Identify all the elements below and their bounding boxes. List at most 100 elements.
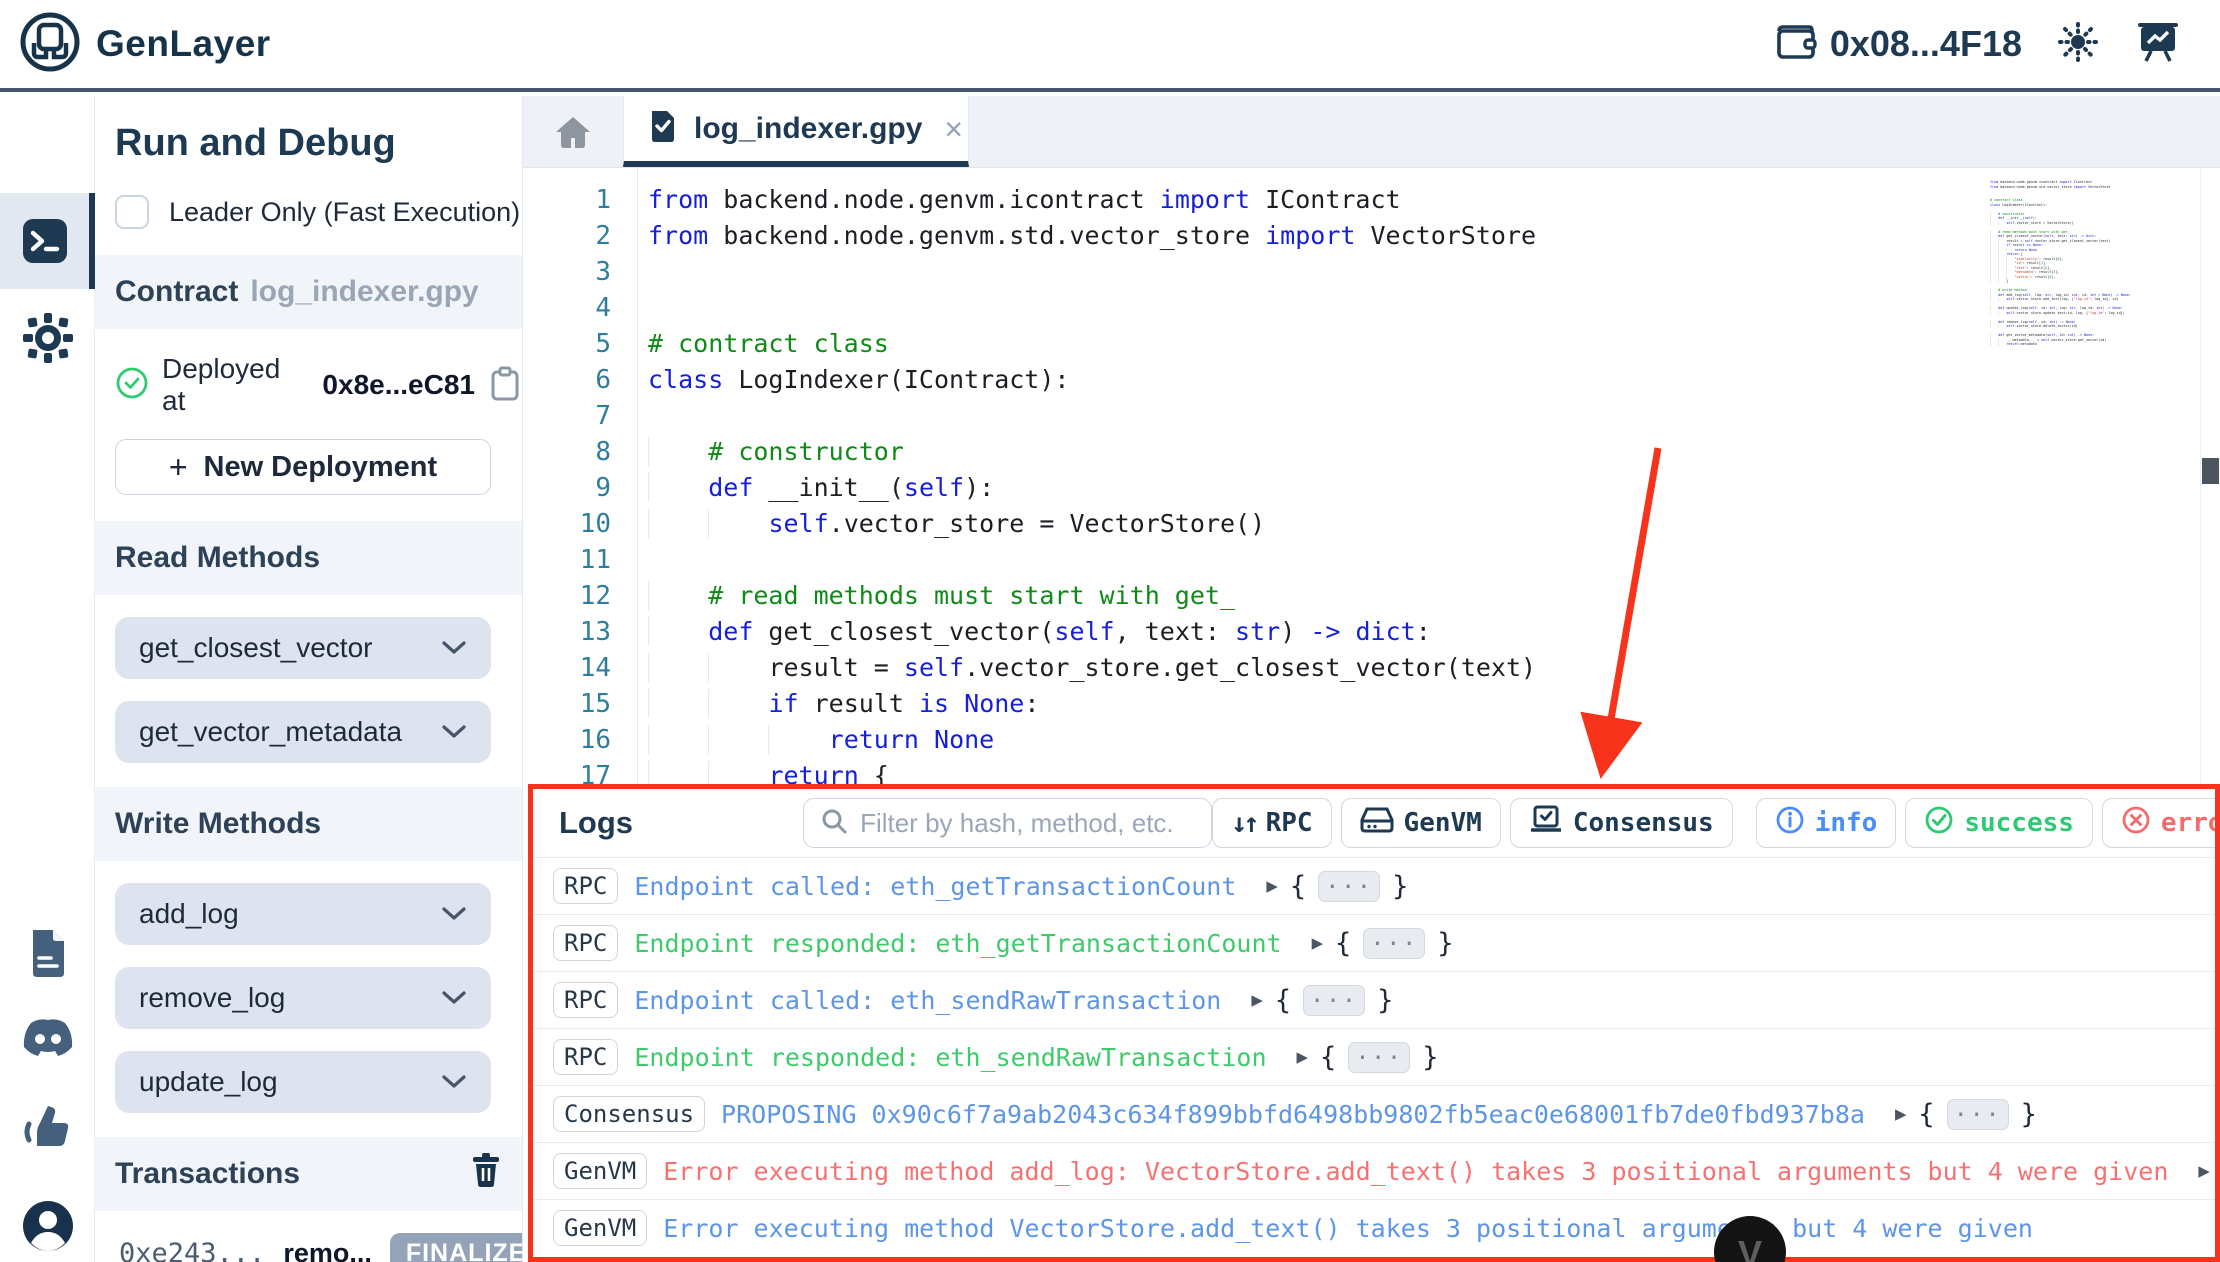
- read-methods-header: Read Methods: [95, 521, 522, 595]
- log-row: RPC Endpoint called: eth_sendRawTransact…: [533, 971, 2215, 1028]
- log-message: Endpoint responded: eth_sendRawTransacti…: [634, 1042, 1267, 1072]
- rail-feedback-thumbsup-icon[interactable]: [0, 1096, 95, 1156]
- collapsed-json-dots[interactable]: ...: [1303, 982, 1366, 1016]
- read-method-get_closest_vector[interactable]: get_closest_vector: [115, 617, 491, 679]
- deployed-address: 0x8e...eC81: [322, 369, 475, 400]
- collapsed-json-dots[interactable]: ...: [1946, 1096, 2009, 1130]
- clear-transactions-trash-icon[interactable]: [470, 1152, 502, 1196]
- info-circle-icon: [1775, 805, 1805, 842]
- logs-panel: Logs ↓↑ RPC: [528, 784, 2220, 1262]
- leader-only-checkbox[interactable]: [115, 195, 149, 229]
- logs-filter-searchbox[interactable]: [803, 798, 1213, 848]
- deployed-check-icon: [115, 366, 149, 405]
- write-method-update_log[interactable]: update_log: [115, 1051, 491, 1113]
- new-deployment-button[interactable]: + New Deployment: [115, 439, 491, 495]
- transactions-header: Transactions: [95, 1137, 522, 1211]
- collapsed-json-dots[interactable]: ...: [1348, 1039, 1411, 1073]
- log-source-badge: RPC: [553, 925, 619, 961]
- rail-settings-gear-icon[interactable]: [0, 308, 95, 368]
- log-source-badge: RPC: [553, 868, 619, 904]
- collapsed-json-dots[interactable]: ...: [1363, 925, 1426, 959]
- filter-rpc-button[interactable]: ↓↑ RPC: [1212, 798, 1332, 848]
- log-message: Endpoint called: eth_sendRawTransaction: [634, 985, 1222, 1015]
- read-method-get_vector_metadata[interactable]: get_vector_metadata: [115, 701, 491, 763]
- log-row: RPC Endpoint responded: eth_getTransacti…: [533, 914, 2215, 971]
- stats-board-icon[interactable]: [2134, 19, 2182, 70]
- theme-toggle-sun-icon[interactable]: [2056, 20, 2100, 69]
- search-icon: [820, 807, 848, 840]
- brand[interactable]: GenLayer: [18, 10, 271, 79]
- editor-tabbar: log_indexer.gpy ×: [523, 96, 2220, 168]
- tx-hash: 0xe243...: [119, 1238, 266, 1262]
- expand-triangle-icon: ▶: [1894, 1103, 1907, 1125]
- contract-file-name: log_indexer.gpy: [250, 275, 479, 308]
- logs-header: Logs ↓↑ RPC: [533, 789, 2215, 857]
- panel-title: Run and Debug: [115, 122, 396, 164]
- expand-triangle-icon: ▶: [2198, 1160, 2210, 1182]
- chevron-down-icon: [442, 907, 466, 920]
- log-source-badge: GenVM: [553, 1153, 648, 1189]
- icon-rail: [0, 96, 95, 1262]
- log-expander[interactable]: ▶ { ... }: [1311, 925, 1454, 959]
- filter-success-button[interactable]: success: [1905, 798, 2093, 848]
- contract-section-header: Contract log_indexer.gpy: [95, 255, 522, 329]
- log-expander[interactable]: ▶ { ... }: [1266, 868, 1408, 902]
- log-row: GenVM Error executing method VectorStore…: [533, 1199, 2215, 1256]
- log-expander[interactable]: ▶ { ... }: [1251, 982, 1393, 1016]
- rail-docs-icon[interactable]: [0, 924, 95, 984]
- log-expander[interactable]: ▶ { ... }: [1894, 1096, 2037, 1130]
- log-source-badge: RPC: [553, 982, 619, 1018]
- log-expander[interactable]: ▶ { ... }: [2198, 1156, 2215, 1187]
- updown-arrows-icon: ↓↑: [1231, 807, 1259, 839]
- log-message: Endpoint called: eth_getTransactionCount: [634, 871, 1237, 901]
- log-row: GenVM Error executing method add_log: Ve…: [533, 1142, 2215, 1199]
- expand-triangle-icon: ▶: [1311, 932, 1324, 954]
- transaction-row[interactable]: 0xe243... remo... FINALIZED: [95, 1211, 522, 1262]
- chevron-down-icon: [442, 1075, 466, 1088]
- run-and-debug-panel: Run and Debug Leader Only (Fast Executio…: [95, 96, 523, 1262]
- plus-icon: +: [168, 448, 188, 485]
- expand-triangle-icon: ▶: [1251, 989, 1263, 1011]
- top-navbar: GenLayer 0x08...4F18: [0, 0, 2220, 92]
- log-message: PROPOSING 0x90c6f7a9ab2043c634f899bbfd64…: [721, 1099, 1865, 1129]
- x-circle-icon: [2121, 805, 2151, 842]
- filter-genvm-button[interactable]: GenVM: [1340, 798, 1501, 848]
- log-row: RPC Endpoint responded: eth_sendRawTrans…: [533, 1028, 2215, 1085]
- deployed-at-label: Deployed at: [162, 353, 281, 416]
- filter-consensus-button[interactable]: Consensus: [1509, 798, 1733, 848]
- rail-run-debug-active[interactable]: [0, 193, 95, 289]
- tx-method: remo...: [283, 1238, 372, 1262]
- log-expander[interactable]: ▶ { ... }: [1296, 1039, 1439, 1073]
- scrollbar-thumb[interactable]: [2202, 458, 2219, 484]
- log-message: Error executing method add_log: VectorSt…: [663, 1156, 2169, 1186]
- wallet-address-button[interactable]: 0x08...4F18: [1774, 22, 2022, 67]
- vue-logo-glyph: V: [1737, 1233, 1762, 1262]
- logs-title: Logs: [559, 805, 634, 840]
- write-method-remove_log[interactable]: remove_log: [115, 967, 491, 1029]
- copy-address-icon[interactable]: [488, 364, 522, 407]
- home-tab[interactable]: [523, 96, 623, 167]
- log-row: RPC Endpoint called: eth_getTransactionC…: [533, 857, 2215, 914]
- monitor-check-icon: [1529, 804, 1563, 843]
- rail-discord-icon[interactable]: [0, 1008, 95, 1068]
- collapsed-json-dots[interactable]: ...: [1318, 868, 1381, 902]
- write-method-add_log[interactable]: add_log: [115, 883, 491, 945]
- logs-filter-input[interactable]: [860, 807, 1196, 839]
- hard-drive-icon: [1360, 805, 1394, 842]
- home-icon: [556, 116, 590, 148]
- filter-info-button[interactable]: info: [1755, 798, 1897, 848]
- wallet-address: 0x08...4F18: [1829, 23, 2022, 64]
- filter-error-button[interactable]: error: [2101, 798, 2215, 848]
- expand-triangle-icon: ▶: [1296, 1046, 1308, 1068]
- expand-triangle-icon: ▶: [1266, 875, 1278, 897]
- rail-account-avatar-icon[interactable]: [0, 1194, 95, 1258]
- brand-name: GenLayer: [96, 23, 271, 64]
- file-check-icon: [648, 109, 678, 148]
- log-row: Consensus PROPOSING 0x90c6f7a9ab2043c634…: [533, 1085, 2215, 1142]
- tab-close-icon[interactable]: ×: [944, 113, 963, 145]
- active-file-tab[interactable]: log_indexer.gpy ×: [623, 96, 969, 167]
- leader-only-label: Leader Only (Fast Execution): [169, 196, 521, 227]
- log-message: Error executing method VectorStore.add_t…: [663, 1213, 2033, 1243]
- chevron-down-icon: [442, 641, 466, 654]
- write-methods-header: Write Methods: [95, 787, 522, 861]
